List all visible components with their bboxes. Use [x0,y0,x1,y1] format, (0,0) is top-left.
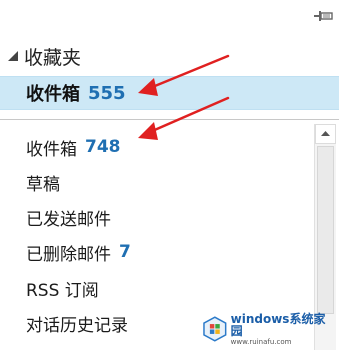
folder-label: 对话历史记录 [26,315,128,336]
watermark-url: www.ruinafu.com [230,337,292,346]
unread-count: 555 [88,82,126,104]
folder-label: 已发送邮件 [26,209,111,230]
folder-label: RSS 订阅 [26,280,99,301]
favorites-header[interactable]: 收藏夹 [6,42,81,70]
folder-item-drafts[interactable]: 草稿 [26,167,60,197]
watermark: windows系统家园 www.ruinafu.com [202,310,336,348]
folder-item-sent[interactable]: 已发送邮件 [26,202,111,232]
windows-logo-icon [203,316,227,342]
pin-icon[interactable] [314,8,334,24]
scroll-thumb[interactable] [317,146,334,314]
folder-label: 收件箱 [26,139,77,160]
scroll-up-arrow-icon [321,131,330,136]
favorites-inbox-item[interactable]: 收件箱 555 [0,76,339,110]
unread-count: 748 [85,137,121,157]
watermark-title: windows系统家园 [230,311,326,338]
folder-item-conversation-history[interactable]: 对话历史记录 [26,308,128,338]
favorites-title: 收藏夹 [24,46,82,69]
scroll-up-button[interactable] [315,124,336,144]
unread-count: 7 [119,242,131,262]
folder-item-inbox[interactable]: 收件箱 748 [26,132,121,162]
folder-item-rss[interactable]: RSS 订阅 [26,273,99,303]
folder-label: 已删除邮件 [26,244,111,265]
folder-item-deleted[interactable]: 已删除邮件 7 [26,237,131,267]
folder-label: 收件箱 [26,84,80,105]
collapse-triangle-icon[interactable] [6,48,22,64]
folder-label: 草稿 [26,174,60,195]
